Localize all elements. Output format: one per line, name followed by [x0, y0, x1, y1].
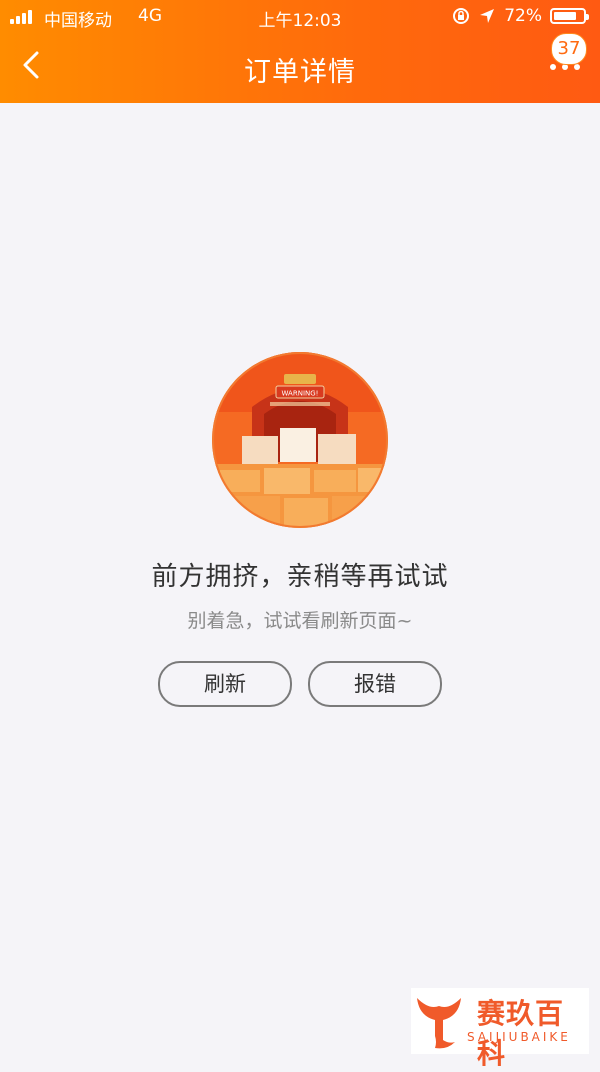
watermark-text-en: SAIJIUBAIKE: [467, 1030, 571, 1044]
error-subtitle: 别着急，试试看刷新页面~: [187, 610, 413, 632]
refresh-button[interactable]: 刷新: [158, 661, 292, 707]
battery-percent: 72%: [504, 6, 542, 26]
page-title: 订单详情: [244, 57, 356, 88]
orientation-lock-icon: [453, 8, 470, 24]
warning-sign-text: WARNING!: [282, 390, 319, 398]
error-title: 前方拥挤，亲稍等再试试: [151, 562, 449, 592]
battery-icon: [550, 8, 589, 24]
status-bar: 中国移动 4G 上午12:03 72%: [0, 0, 600, 34]
app-header: 中国移动 4G 上午12:03 72% 订单详情 37: [0, 0, 600, 103]
whale-tail-logo-icon: [417, 998, 461, 1049]
watermark-logo: 赛玖百科 SAIJIUBAIKE: [411, 988, 589, 1070]
message-count-badge[interactable]: 37: [551, 33, 587, 65]
report-error-button[interactable]: 报错: [308, 661, 442, 707]
location-icon: [480, 9, 495, 23]
crowded-warning-illustration: WARNING!: [212, 352, 388, 528]
status-right: 72%: [452, 6, 589, 26]
